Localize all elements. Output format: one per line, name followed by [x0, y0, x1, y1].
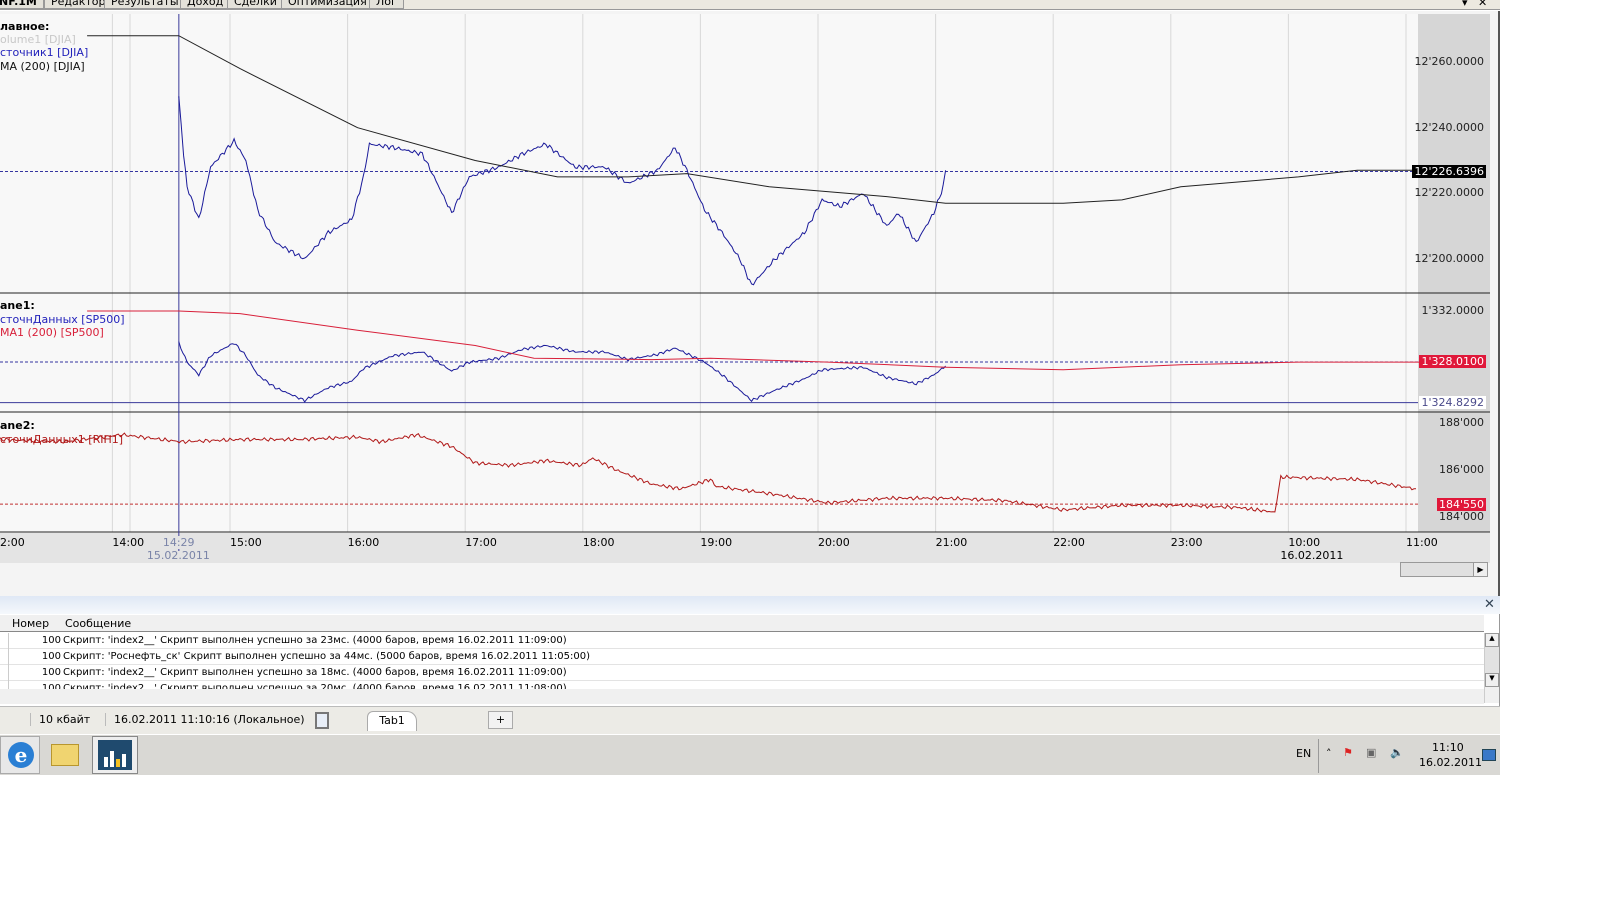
chart-svg — [0, 14, 1490, 563]
tab-tab1[interactable]: Tab1 — [367, 711, 417, 731]
time-label: 17:00 — [465, 536, 497, 549]
price-axis-label: 188'000 — [1438, 416, 1484, 429]
legend-volume: olume1 [DJIA] — [0, 33, 76, 46]
time-label: 2:00 — [0, 536, 25, 549]
clock-time[interactable]: 11:10 — [1432, 741, 1464, 754]
log-row-message: Скрипт: 'Роснефть_ск' Скрипт выполнен ус… — [63, 651, 591, 662]
legend-sp500-sma: MA1 (200) [SP500] — [0, 326, 104, 339]
network-icon[interactable]: ▣ — [1366, 746, 1376, 759]
log-list: 100 Скрипт: 'index2__' Скрипт выполнен ус… — [0, 633, 1484, 689]
scroll-up-icon[interactable]: ▲ — [1485, 633, 1499, 647]
log-row-number: 100 — [8, 649, 61, 665]
legend-sp500-source: сточнДанных [SP500] — [0, 313, 125, 326]
tab-optimization[interactable]: Оптимизация — [281, 0, 374, 9]
tab-editor[interactable]: Редактор — [44, 0, 113, 9]
tab-log[interactable]: Лог — [369, 0, 404, 9]
current-price-label: 1'328.0100 — [1419, 354, 1486, 368]
document-tab-strip: NF.1M Редактор Результаты Доход Сделки О… — [0, 0, 1500, 10]
log-row-message: Скрипт: 'index2__' Скрипт выполнен успеш… — [63, 635, 567, 646]
time-label: 18:00 — [582, 536, 615, 549]
log-column-header: Номер Сообщение — [0, 615, 1484, 632]
clock-date[interactable]: 16.02.2011 — [1419, 756, 1482, 769]
column-message[interactable]: Сообщение — [65, 615, 131, 632]
time-date-label: 16.02.2011 — [1280, 549, 1344, 562]
tslab-app-icon[interactable] — [92, 736, 138, 774]
series-pane1-2 — [178, 341, 946, 403]
log-panel-header: ✕ — [0, 596, 1500, 614]
scroll-right-icon[interactable]: ▶ — [1473, 563, 1487, 576]
price-axis-label: 12'200.0000 — [1414, 251, 1484, 265]
pane2-title: ane2: — [0, 419, 35, 432]
cursor-date-label: 15.02.2011 — [146, 549, 210, 562]
time-label: 23:00 — [1170, 536, 1203, 549]
time-axis-background — [0, 533, 1490, 563]
scroll-down-icon[interactable]: ▼ — [1485, 673, 1499, 687]
time-label: 22:00 — [1053, 536, 1085, 549]
log-row-number: 100 — [8, 665, 61, 681]
time-label: 21:00 — [935, 536, 968, 549]
status-datetime: 16.02.2011 11:10:16 (Локальное) — [105, 713, 305, 726]
pane1-title: ane1: — [0, 299, 35, 312]
close-icon[interactable]: ✕ — [1478, 0, 1487, 9]
log-row[interactable]: 100 Скрипт: 'index2__' Скрипт выполнен ус… — [0, 665, 1484, 681]
price-axis-label: 12'240.0000 — [1414, 120, 1484, 134]
log-row[interactable]: 100 Скрипт: 'Роснефть_ск' Скрипт выполнен… — [0, 649, 1484, 665]
language-indicator[interactable]: EN — [1296, 747, 1311, 760]
action-center-flag-icon[interactable]: ⚑ — [1343, 746, 1353, 759]
legend-djia-sma: MA (200) [DJIA] — [0, 60, 85, 73]
series-pane1-3 — [87, 310, 1422, 371]
volume-icon[interactable]: 🔈 — [1390, 746, 1404, 759]
cursor-time-label: 14:29 — [162, 536, 195, 549]
legend-djia-source: сточник1 [DJIA] — [0, 46, 89, 59]
horizontal-scrollbar[interactable]: ▶ — [1400, 562, 1488, 577]
price-axis-label: 184'000 — [1438, 510, 1484, 523]
show-desktop-button[interactable] — [1482, 749, 1496, 761]
current-price-label: 184'550 — [1436, 498, 1486, 512]
price-axis-label: 12'220.0000 — [1414, 186, 1484, 200]
chart-area[interactable]: лавное: olume1 [DJIA] сточник1 [DJIA] MA… — [0, 11, 1500, 596]
log-row-message: Скрипт: 'index2__' Скрипт выполнен успеш… — [63, 683, 567, 689]
tab-income[interactable]: Доход — [180, 0, 231, 9]
show-hidden-icons-icon[interactable]: ˄ — [1326, 747, 1332, 760]
time-label: 14:00 — [112, 536, 145, 549]
status-bar: 10 кбайт 16.02.2011 11:10:16 (Локальное)… — [0, 706, 1500, 734]
main-pane-title: лавное: — [0, 20, 50, 33]
price-axis-label: 186'000 — [1438, 463, 1484, 476]
log-panel: ✕ Номер Сообщение 100 Скрипт: 'index2__' … — [0, 596, 1500, 706]
log-row[interactable]: 100 Скрипт: 'index2__' Скрипт выполнен ус… — [0, 681, 1484, 689]
internet-explorer-icon[interactable]: e — [0, 736, 40, 774]
tab-menu-icon[interactable]: ▾ — [1462, 0, 1468, 9]
column-number[interactable]: Номер — [12, 615, 49, 632]
legend-rih1-source: сточнДанных1 [RIH1] — [0, 433, 124, 446]
folder-icon[interactable] — [46, 740, 84, 772]
log-row[interactable]: 100 Скрипт: 'index2__' Скрипт выполнен ус… — [0, 633, 1484, 649]
time-label: 10:00 — [1288, 536, 1321, 549]
tab-document[interactable]: NF.1M — [0, 0, 44, 9]
time-label: 16:00 — [347, 536, 380, 549]
tab-results[interactable]: Результаты — [104, 0, 186, 9]
log-row-message: Скрипт: 'index2__' Скрипт выполнен успеш… — [63, 667, 567, 678]
time-label: 19:00 — [700, 536, 733, 549]
series-main-1 — [87, 35, 1422, 204]
taskbar: e EN ˄ ⚑ ▣ 🔈 11:10 16.02.2011 — [0, 734, 1500, 775]
log-row-number: 100 — [8, 681, 61, 689]
log-hscrollbar[interactable] — [0, 689, 1484, 704]
time-label: 15:00 — [230, 536, 262, 549]
log-scrollbar[interactable]: ▲ ▼ — [1484, 633, 1499, 703]
price-axis-label: 12'260.0000 — [1414, 55, 1484, 68]
add-tab-button[interactable]: + — [488, 711, 513, 729]
tab-trades[interactable]: Сделки — [227, 0, 284, 9]
log-close-icon[interactable]: ✕ — [1484, 597, 1495, 612]
series-pane2-4 — [0, 432, 1416, 513]
price-axis-label: 1'332.0000 — [1421, 304, 1484, 317]
memory-size: 10 кбайт — [30, 713, 90, 726]
time-label: 11:00 — [1406, 536, 1438, 549]
series-main-0 — [178, 96, 947, 286]
log-row-number: 100 — [8, 633, 61, 649]
time-label: 20:00 — [818, 536, 850, 549]
crosshair-price-label: 1'324.8292 — [1419, 395, 1486, 409]
current-price-label: 12'226.6396 — [1412, 164, 1486, 178]
notepad-icon[interactable] — [315, 712, 329, 729]
